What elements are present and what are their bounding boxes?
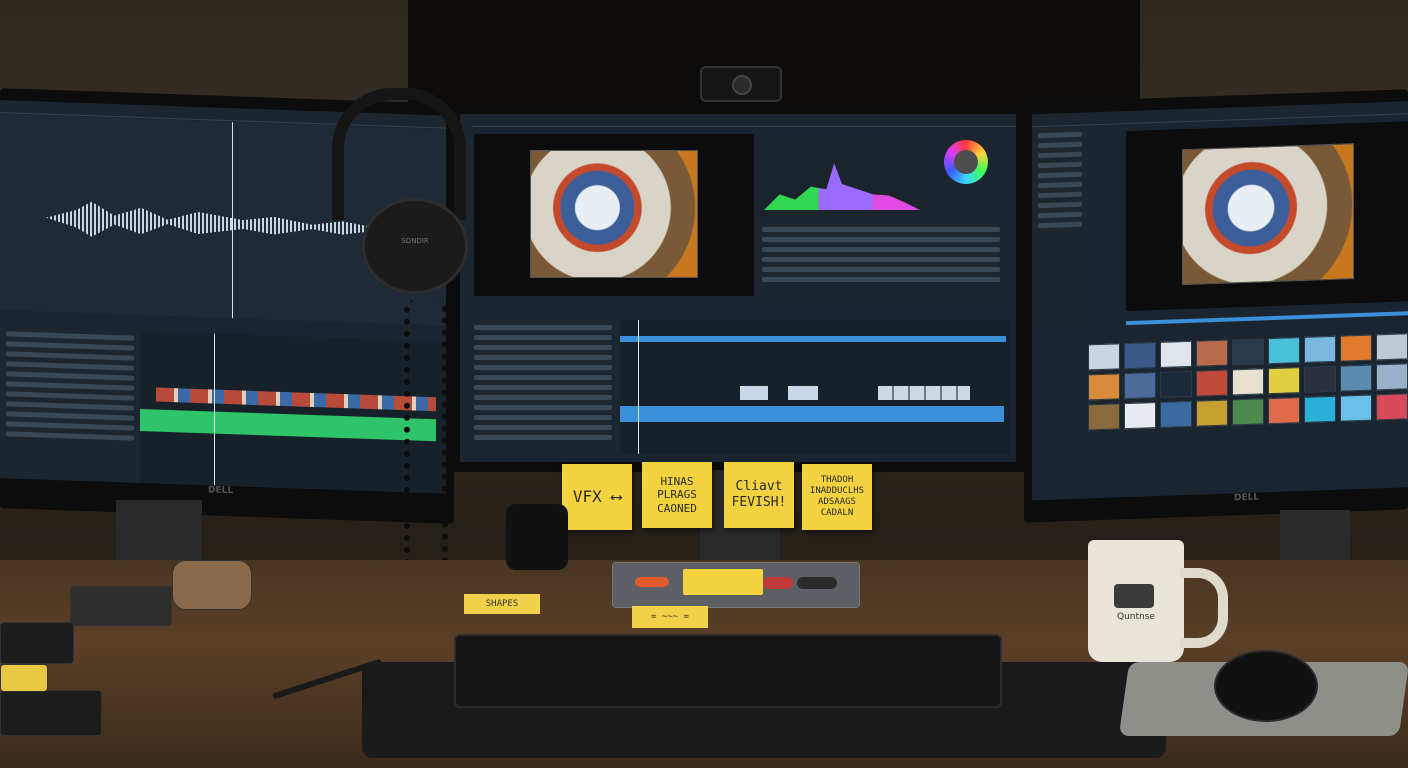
sticky-note-2: HINAS PLRAGS CAONED xyxy=(642,462,712,528)
media-thumb[interactable] xyxy=(1124,342,1156,370)
source-viewer[interactable] xyxy=(1126,121,1408,312)
media-thumb[interactable] xyxy=(1196,369,1228,397)
video-editing-desk-scene: DELL DELL SONDIR VFX ⟷ HINAS PLRAGS CAON… xyxy=(0,0,1408,768)
media-thumbnail-grid[interactable] xyxy=(1088,333,1408,431)
media-thumb[interactable] xyxy=(1376,393,1408,421)
external-drive xyxy=(0,622,74,664)
mug-icon: Quntnse xyxy=(1088,540,1228,662)
media-thumb[interactable] xyxy=(1160,370,1192,398)
nle-bin-panel[interactable] xyxy=(468,320,618,454)
snack-bag xyxy=(172,560,252,610)
sticky-note-vfx: VFX ⟷ xyxy=(562,464,632,530)
media-thumb[interactable] xyxy=(1268,367,1300,395)
media-thumb[interactable] xyxy=(1340,334,1372,362)
mug-logo xyxy=(1114,584,1154,608)
timeline-video-track[interactable] xyxy=(620,406,1004,422)
laptop-sticky-pad xyxy=(683,569,763,595)
media-thumb[interactable] xyxy=(1232,338,1264,366)
laptop-sticker xyxy=(797,577,837,589)
program-viewer[interactable] xyxy=(474,134,754,296)
source-scrubber[interactable] xyxy=(1126,311,1408,326)
left-monitor-brand: DELL xyxy=(208,485,234,497)
media-thumb[interactable] xyxy=(1340,394,1372,422)
headphone-label: SONDIR xyxy=(401,237,429,245)
mouse-icon[interactable] xyxy=(1214,650,1318,722)
right-monitor: DELL xyxy=(1024,89,1408,523)
color-controls-panel[interactable] xyxy=(756,222,1006,302)
nle-screen xyxy=(460,114,1016,462)
external-drive xyxy=(70,586,172,626)
media-thumb[interactable] xyxy=(1232,398,1264,426)
media-thumb[interactable] xyxy=(1304,395,1336,423)
media-thumb[interactable] xyxy=(1376,363,1408,391)
media-thumb[interactable] xyxy=(1376,333,1408,361)
media-thumb[interactable] xyxy=(1340,364,1372,392)
media-thumb[interactable] xyxy=(1196,399,1228,427)
closed-laptop xyxy=(612,562,860,608)
headphone-earcup: SONDIR xyxy=(362,198,468,294)
nle-timeline[interactable] xyxy=(620,320,1010,454)
external-drive xyxy=(0,690,102,736)
timeline-clip-2[interactable] xyxy=(788,386,818,400)
media-thumb[interactable] xyxy=(1196,339,1228,367)
media-thumb[interactable] xyxy=(1088,373,1120,401)
webcam-icon xyxy=(700,66,782,102)
media-thumb[interactable] xyxy=(1232,368,1264,396)
waveform-playhead[interactable] xyxy=(232,122,233,319)
media-thumb[interactable] xyxy=(1304,365,1336,393)
timeline-clip-1[interactable] xyxy=(740,386,768,400)
media-browser-screen xyxy=(1032,101,1408,501)
nle-toolbar[interactable] xyxy=(460,114,1016,127)
media-thumb[interactable] xyxy=(1088,343,1120,371)
left-timeline[interactable] xyxy=(0,326,446,494)
media-thumb[interactable] xyxy=(1160,400,1192,428)
desk-note-1: SHAPES xyxy=(464,594,540,614)
sticky-note-client: Cliavt FEVISH! xyxy=(724,462,794,528)
video-clip-strip[interactable] xyxy=(156,387,436,412)
media-thumb[interactable] xyxy=(1088,403,1120,431)
mug-brand-text: Quntnse xyxy=(1117,612,1155,622)
histogram-scope[interactable] xyxy=(756,134,926,216)
left-timeline-playhead[interactable] xyxy=(214,333,215,486)
source-frame-image xyxy=(1182,143,1354,286)
histogram-graph xyxy=(764,163,920,210)
nle-playhead[interactable] xyxy=(638,320,639,454)
media-thumb[interactable] xyxy=(1124,402,1156,430)
speaker xyxy=(506,504,568,570)
laptop-sticker xyxy=(763,577,793,589)
timeline-ruler-bar xyxy=(620,336,1006,342)
media-thumb[interactable] xyxy=(1268,337,1300,365)
right-monitor-brand: DELL xyxy=(1234,492,1260,504)
mug-handle xyxy=(1180,568,1228,648)
media-thumb[interactable] xyxy=(1268,397,1300,425)
headphones-icon: SONDIR xyxy=(332,88,468,308)
color-wheel-icon[interactable] xyxy=(944,140,988,184)
laptop-sticker xyxy=(635,577,669,587)
left-track-list xyxy=(0,326,140,483)
media-thumb[interactable] xyxy=(1304,335,1336,363)
desk-note-2: = ~~~ = xyxy=(632,606,708,628)
yellow-card xyxy=(0,664,48,692)
webcam-lens xyxy=(732,75,752,95)
media-thumb[interactable] xyxy=(1124,372,1156,400)
media-folder-tree[interactable] xyxy=(1032,126,1088,329)
center-monitor xyxy=(452,106,1026,472)
viewer-frame-image xyxy=(530,150,698,278)
timeline-clip-3[interactable] xyxy=(878,386,970,400)
media-thumb[interactable] xyxy=(1160,340,1192,368)
sticky-note-4: THADOH INADDUCLHS ADSAAGS CADALN xyxy=(802,464,872,530)
keyboard-icon[interactable] xyxy=(454,634,1002,708)
audio-clip-green[interactable] xyxy=(140,408,436,442)
